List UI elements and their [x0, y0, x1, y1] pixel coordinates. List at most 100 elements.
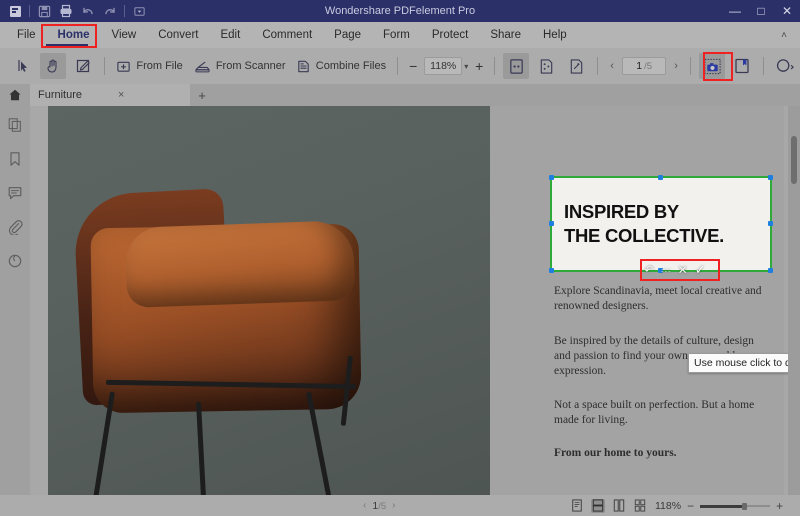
tiled-view-icon[interactable] [633, 499, 647, 513]
fit-page-view-button[interactable] [503, 53, 530, 79]
vertical-scrollbar[interactable] [788, 106, 800, 495]
title-bar: Wondershare PDFelement Pro — □ ✕ [0, 0, 800, 22]
document-tab-furniture[interactable]: Furniture × [30, 84, 190, 106]
fit-width-view-button[interactable] [533, 53, 559, 79]
menu-item-view[interactable]: View [100, 22, 147, 48]
quick-access-toolbar [0, 0, 150, 22]
application-window: Wondershare PDFelement Pro — □ ✕ File Ho… [0, 0, 800, 516]
menu-item-help[interactable]: Help [532, 22, 578, 48]
combine-files-label: Combine Files [315, 60, 387, 72]
from-file-icon [116, 59, 131, 74]
menu-item-page[interactable]: Page [323, 22, 372, 48]
customize-quick-access-icon[interactable] [128, 0, 150, 22]
quick-access-divider [29, 5, 30, 17]
status-view-modes [570, 498, 647, 513]
search-button[interactable] [772, 53, 798, 79]
print-icon[interactable] [55, 0, 77, 22]
comment-icon[interactable] [4, 182, 26, 204]
save-icon[interactable] [33, 0, 55, 22]
status-zoom-out-button[interactable]: − [687, 499, 694, 513]
single-page-view-button[interactable] [563, 53, 589, 79]
vertical-scrollbar-thumb[interactable] [791, 136, 797, 184]
pdf-page[interactable]: INSPIRED BY THE COLLECTIVE. Explore Scan… [48, 106, 784, 495]
zoom-dropdown-chevron-down-icon[interactable]: ▾ [464, 62, 468, 71]
snapshot-tool-button[interactable] [699, 53, 726, 79]
object-save-icon[interactable]: ⎓ [661, 264, 671, 276]
edit-page-tool[interactable] [70, 53, 96, 79]
menu-item-share[interactable]: Share [479, 22, 532, 48]
document-paragraph-4[interactable]: From our home to yours. [554, 446, 768, 461]
select-cursor-tool[interactable] [10, 53, 36, 79]
chair-cushion [124, 220, 356, 308]
toolbar-divider-5 [690, 57, 692, 75]
object-floating-toolbar: ↶ ⎓ ✕ ✓ [644, 262, 706, 278]
paperclip-icon[interactable] [4, 216, 26, 238]
object-cancel-icon[interactable]: ✕ [678, 264, 688, 276]
headline-text-object[interactable]: INSPIRED BY THE COLLECTIVE. [552, 178, 770, 270]
page-navigation-group: ‹ 1 /5 › [604, 57, 684, 75]
status-zoom-in-button[interactable]: + [776, 499, 783, 513]
next-page-button[interactable]: › [668, 60, 684, 72]
previous-page-button[interactable]: ‹ [604, 60, 620, 72]
from-scanner-label: From Scanner [215, 60, 286, 72]
zoom-slider-fill [700, 504, 743, 508]
tooltip: Use mouse click to drag the [688, 353, 800, 373]
menu-item-form[interactable]: Form [372, 22, 421, 48]
thumbnails-panel-icon[interactable] [4, 114, 26, 136]
object-confirm-icon[interactable]: ✓ [695, 263, 706, 276]
status-page-number[interactable]: 1/5 [372, 500, 386, 512]
status-bar: ‹ 1/5 › 118% − + [0, 495, 800, 516]
document-work-area[interactable]: INSPIRED BY THE COLLECTIVE. Explore Scan… [30, 106, 800, 495]
menu-item-comment[interactable]: Comment [251, 22, 323, 48]
menu-item-protect[interactable]: Protect [421, 22, 479, 48]
continuous-view-icon[interactable] [591, 498, 605, 513]
combine-files-button[interactable]: Combine Files [293, 53, 390, 79]
app-logo-icon [4, 0, 26, 22]
menu-item-convert[interactable]: Convert [147, 22, 209, 48]
headline-line-2: THE COLLECTIVE. [564, 225, 724, 246]
single-page-view-icon[interactable] [570, 499, 584, 513]
bookmark-tool-button[interactable] [729, 53, 755, 79]
document-paragraph-3[interactable]: Not a space built on perfection. But a h… [554, 398, 768, 428]
redo-icon[interactable] [99, 0, 121, 22]
zoom-control-group: − 118% ▾ + [404, 57, 488, 75]
active-menu-underline [46, 44, 88, 46]
stamp-icon[interactable] [4, 250, 26, 272]
status-page-total: /5 [378, 500, 387, 512]
toolbar-divider-6 [763, 57, 765, 75]
toolbar-divider-2 [397, 57, 399, 75]
status-next-page-button[interactable]: › [392, 500, 395, 511]
zoom-level-value[interactable]: 118% [424, 57, 463, 75]
hand-tool[interactable] [39, 53, 66, 79]
status-zoom-value: 118% [655, 499, 682, 512]
status-page-navigation: ‹ 1/5 › [363, 500, 395, 512]
window-controls: — □ ✕ [722, 0, 800, 22]
facing-view-icon[interactable] [612, 499, 626, 513]
new-tab-button[interactable]: + [190, 88, 214, 103]
page-number-input[interactable]: 1 /5 [622, 57, 667, 75]
menu-item-edit[interactable]: Edit [209, 22, 251, 48]
zoom-out-button[interactable]: − [404, 58, 422, 74]
zoom-slider-knob[interactable] [742, 502, 748, 510]
home-tab-button[interactable] [0, 84, 30, 106]
status-previous-page-button[interactable]: ‹ [363, 500, 366, 511]
zoom-slider[interactable] [700, 501, 771, 511]
object-undo-icon[interactable]: ↶ [644, 264, 654, 276]
toolbar-divider-3 [494, 57, 496, 75]
zoom-in-button[interactable]: + [470, 58, 488, 74]
document-paragraph-1[interactable]: Explore Scandinavia, meet local creative… [554, 284, 768, 314]
from-scanner-button[interactable]: From Scanner [191, 53, 289, 79]
status-zoom-control: 118% − + [655, 499, 783, 513]
maximize-button[interactable]: □ [748, 0, 774, 22]
from-file-button[interactable]: From File [112, 53, 186, 79]
undo-icon[interactable] [77, 0, 99, 22]
bookmark-icon[interactable] [4, 148, 26, 170]
close-tab-icon[interactable]: × [118, 89, 124, 101]
collapse-ribbon-icon[interactable]: ˄ [776, 22, 792, 48]
page-text-column: INSPIRED BY THE COLLECTIVE. Explore Scan… [490, 106, 784, 495]
minimize-button[interactable]: — [722, 0, 748, 22]
toolbar-divider-1 [103, 57, 105, 75]
menu-item-file[interactable]: File [6, 22, 47, 48]
close-button[interactable]: ✕ [774, 0, 800, 22]
headline-line-1: INSPIRED BY [564, 201, 679, 222]
